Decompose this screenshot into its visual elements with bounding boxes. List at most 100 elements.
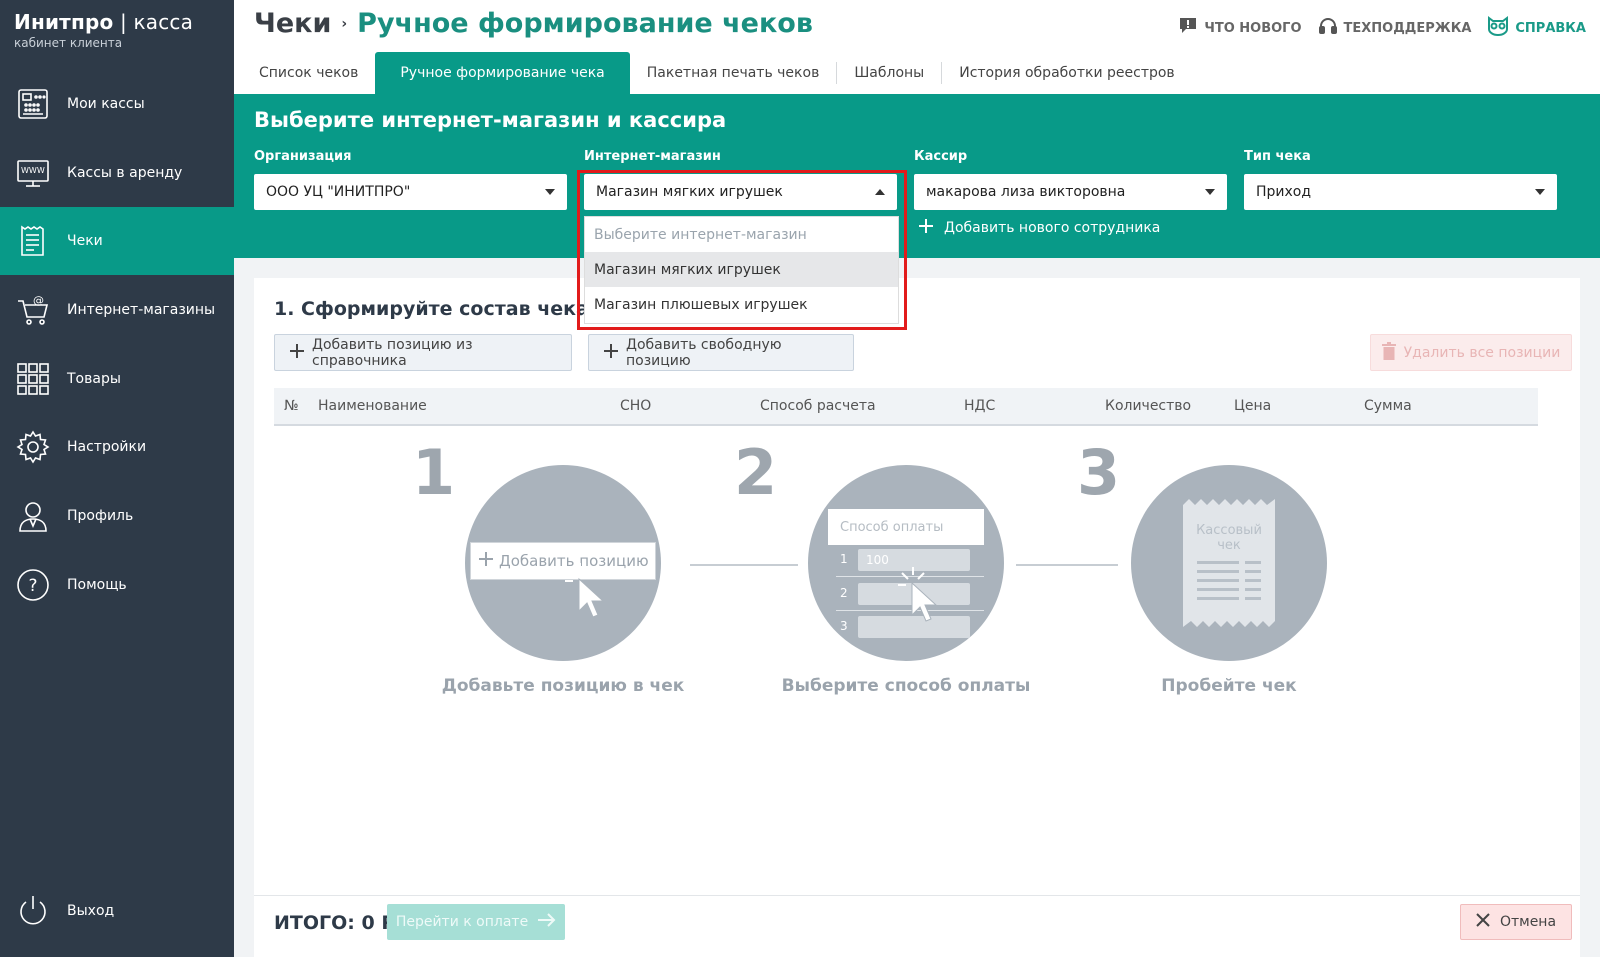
add-employee-link[interactable]: Добавить нового сотрудника (918, 218, 1160, 238)
dropdown-option-soft-toys[interactable]: Магазин мягких игрушек (585, 252, 898, 287)
chevron-down-icon (1205, 189, 1215, 195)
organization-value: ООО УЦ "ИНИТПРО" (266, 184, 411, 200)
sidebar-item-label: Товары (67, 371, 121, 387)
sidebar-item-rental[interactable]: WWW Кассы в аренду (0, 139, 234, 207)
logout-button[interactable]: Выход (0, 877, 234, 945)
step-number: 1 (412, 436, 456, 509)
tab-bar: Список чеков Ручное формирование чека Па… (234, 52, 1600, 94)
sidebar-item-label: Помощь (67, 577, 127, 593)
sidebar-item-receipts[interactable]: Чеки (0, 207, 234, 275)
organization-select[interactable]: ООО УЦ "ИНИТПРО" (254, 174, 567, 210)
whats-new-label: ЧТО НОВОГО (1204, 20, 1302, 36)
illustration-payment-header: Способ оплаты (828, 509, 984, 545)
breadcrumb: Чеки › Ручное формирование чеков (254, 8, 813, 39)
dropdown-option-plush-toys[interactable]: Магазин плюшевых игрушек (585, 287, 898, 322)
cash-register-icon (16, 87, 50, 121)
cashier-value: макарова лиза викторовна (926, 184, 1126, 200)
tab-manual-receipt[interactable]: Ручное формирование чека (375, 52, 630, 94)
brand-separator: | (113, 10, 134, 34)
col-price: Цена (1234, 398, 1272, 414)
plus-icon (479, 552, 493, 570)
sidebar-item-settings[interactable]: Настройки (0, 413, 234, 481)
announcement-icon (1178, 17, 1198, 39)
breadcrumb-separator: › (341, 15, 348, 32)
grid-icon (16, 362, 50, 396)
add-free-position-label: Добавить свободную позицию (626, 336, 782, 369)
col-payment-method: Способ расчета (760, 398, 876, 414)
dropdown-option-placeholder[interactable]: Выберите интернет-магазин (585, 217, 898, 252)
sidebar-item-label: Кассы в аренду (67, 165, 183, 181)
add-from-catalog-label: Добавить позицию из справочника (312, 336, 473, 369)
whats-new-link[interactable]: ЧТО НОВОГО (1178, 16, 1302, 40)
receipt-illustration-icon (1183, 499, 1275, 627)
breadcrumb-root[interactable]: Чеки (254, 8, 331, 39)
cursor-icon (898, 567, 938, 622)
svg-text:@: @ (33, 294, 44, 307)
user-icon (16, 499, 50, 533)
trash-icon (1381, 341, 1396, 364)
shop-dropdown-menu: Выберите интернет-магазин Магазин мягких… (584, 216, 899, 324)
shop-label: Интернет-магазин (584, 149, 721, 164)
support-link[interactable]: ТЕХПОДДЕРЖКА (1318, 16, 1471, 40)
cancel-button[interactable]: Отмена (1460, 904, 1572, 940)
delete-all-label: Удалить все позиции (1403, 344, 1561, 361)
cashier-select[interactable]: макарова лиза викторовна (914, 174, 1227, 210)
receipt-type-value: Приход (1256, 184, 1312, 200)
owl-icon (1487, 16, 1509, 40)
logout-label: Выход (67, 903, 115, 919)
tab-registry-history[interactable]: История обработки реестров (942, 52, 1191, 94)
question-icon: ? (16, 568, 50, 602)
tab-batch-print[interactable]: Пакетная печать чеков (630, 52, 837, 94)
power-icon (16, 894, 50, 928)
step-caption: Добавьте позицию в чек (441, 676, 685, 696)
receipt-illustration-text: Кассовый чек (1183, 523, 1275, 553)
receipt-type-select[interactable]: Приход (1244, 174, 1557, 210)
step-caption: Пробейте чек (1161, 676, 1297, 696)
section-title: 1. Сформируйте состав чека (274, 298, 589, 320)
sidebar: Инитпро | касса кабинет клиента Мои касс… (0, 0, 234, 957)
total-amount: ИТОГО: 0 Р (274, 912, 396, 934)
sidebar-item-help[interactable]: ? Помощь (0, 551, 234, 619)
brand: Инитпро | касса кабинет клиента (0, 0, 234, 70)
www-terminal-icon: WWW (16, 156, 50, 190)
step-connector (690, 564, 798, 566)
illustration-row-number: 3 (840, 619, 848, 633)
chevron-down-icon (545, 189, 555, 195)
illustration-row-number: 1 (840, 552, 848, 566)
sidebar-item-profile[interactable]: Профиль (0, 482, 234, 550)
organization-label: Организация (254, 149, 352, 164)
sidebar-item-label: Интернет-магазины (67, 302, 216, 318)
col-sum: Сумма (1364, 398, 1412, 414)
cancel-label: Отмена (1499, 914, 1557, 930)
panel-title: Выберите интернет-магазин и кассира (254, 108, 727, 132)
step-number: 3 (1077, 436, 1121, 509)
sidebar-item-my-registers[interactable]: Мои кассы (0, 70, 234, 138)
col-vat: НДС (964, 398, 996, 414)
brand-name: Инитпро (14, 10, 114, 34)
arrow-right-icon (538, 913, 556, 931)
cashier-label: Кассир (914, 149, 968, 164)
col-tax-system: СНО (620, 398, 652, 414)
tab-templates[interactable]: Шаблоны (837, 52, 941, 94)
tab-receipt-list[interactable]: Список чеков (242, 52, 375, 94)
add-from-catalog-button[interactable]: Добавить позицию из справочника (274, 334, 572, 371)
delete-all-button[interactable]: Удалить все позиции (1370, 334, 1572, 371)
top-bar: Чеки › Ручное формирование чеков ЧТО НОВ… (234, 0, 1600, 52)
positions-table-header: № Наименование СНО Способ расчета НДС Ко… (274, 388, 1538, 426)
sidebar-item-label: Профиль (67, 508, 134, 524)
svg-text:WWW: WWW (21, 166, 45, 175)
go-to-payment-button[interactable]: Перейти к оплате (387, 904, 565, 940)
headset-icon (1318, 16, 1338, 40)
sidebar-item-label: Чеки (67, 233, 103, 249)
sidebar-item-label: Мои кассы (67, 96, 145, 112)
sidebar-item-online-shops[interactable]: @ Интернет-магазины (0, 276, 234, 344)
sidebar-item-products[interactable]: Товары (0, 345, 234, 413)
plus-icon (918, 218, 934, 238)
step-2-illustration: Способ оплаты 1 100 2 3 (808, 465, 1004, 661)
add-free-position-button[interactable]: Добавить свободную позицию (588, 334, 854, 371)
help-link[interactable]: СПРАВКА (1487, 16, 1586, 40)
cart-at-icon: @ (16, 293, 50, 327)
receipt-illustration-line-2: чек (1217, 538, 1241, 553)
go-to-payment-label: Перейти к оплате (395, 914, 529, 930)
page-title: Ручное формирование чеков (357, 8, 813, 39)
